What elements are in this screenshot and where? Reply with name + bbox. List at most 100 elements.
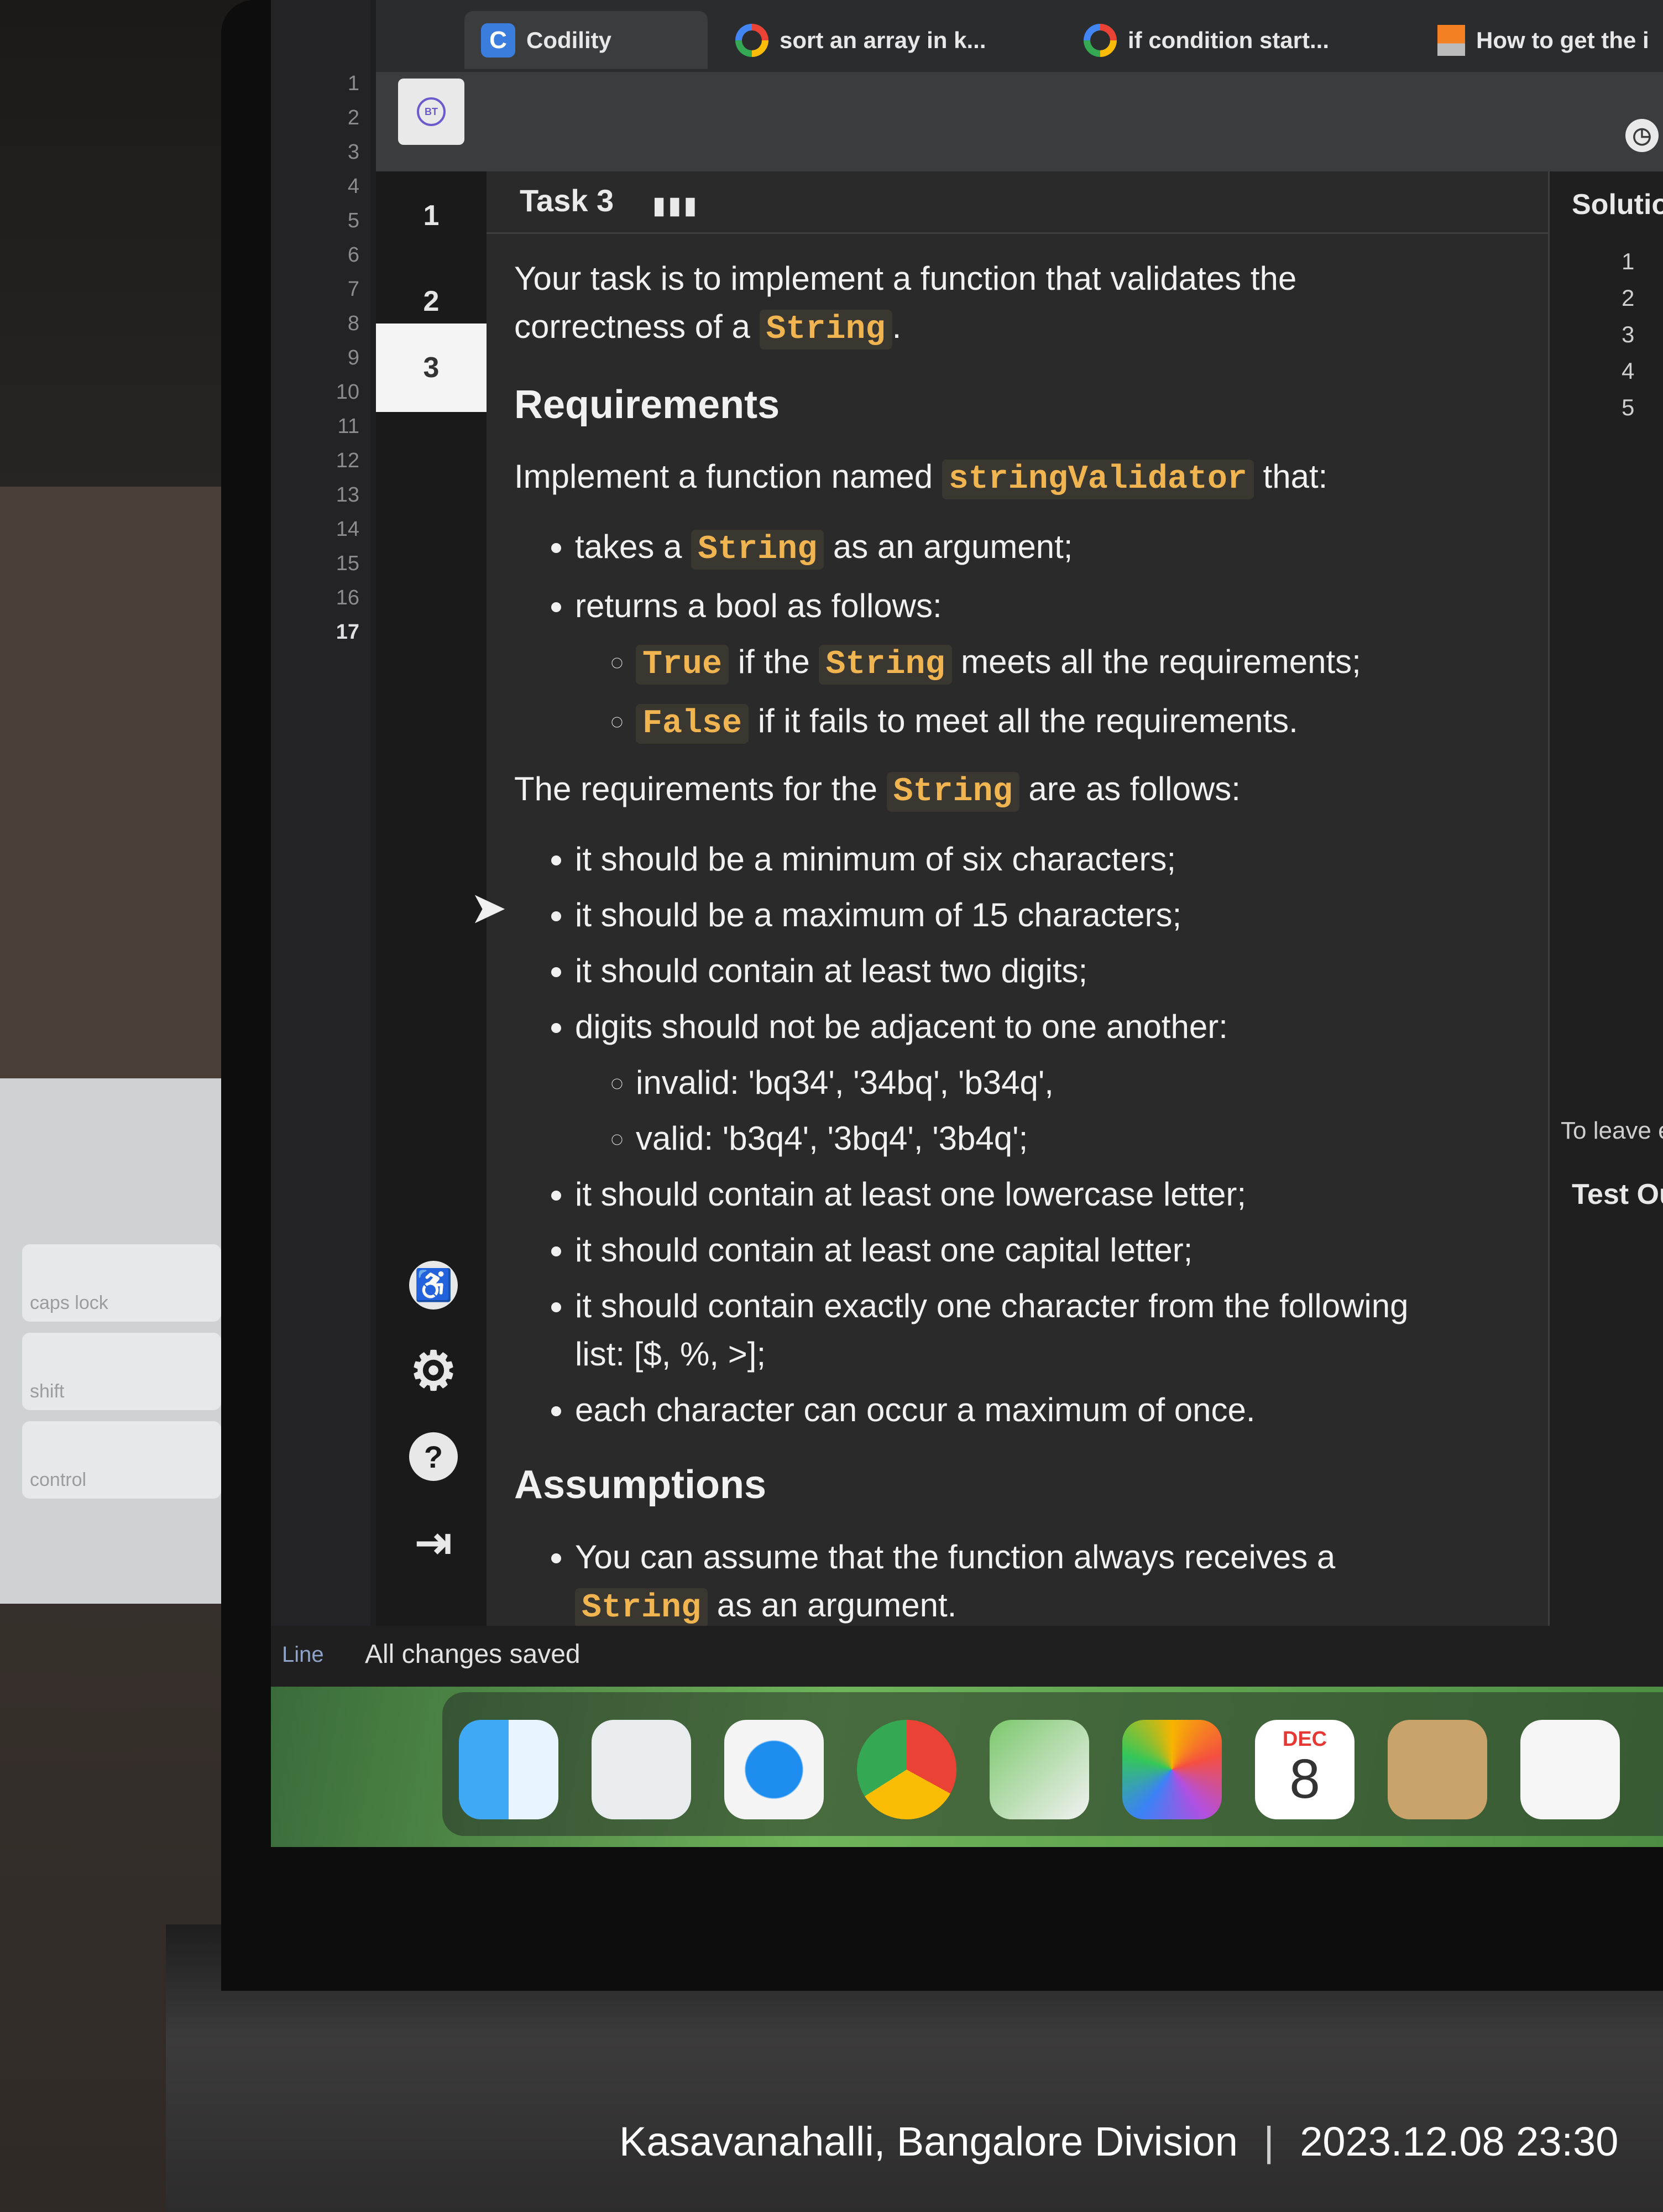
line-number: 1 xyxy=(347,72,359,95)
tab-label: Codility xyxy=(526,27,611,53)
requirements-list: it should be a minimum of six characters… xyxy=(514,835,1465,1434)
calendar-icon[interactable]: DEC 8 xyxy=(1255,1720,1355,1819)
task-text: Your task is to implement a function tha… xyxy=(514,254,1465,1649)
inline-code: stringValidator xyxy=(942,460,1254,500)
google-icon xyxy=(1084,23,1117,57)
intro-end: . xyxy=(892,308,902,345)
list-item: takes a String as an argument; xyxy=(575,523,1465,574)
list-item: You can assume that the function always … xyxy=(575,1533,1465,1632)
browser-tab-bar: C Codility sort an array in k... if cond… xyxy=(376,0,1663,72)
difficulty-bars-icon: ▮▮▮ xyxy=(652,192,699,219)
task-3-button[interactable]: 3 xyxy=(376,324,487,412)
exit-icon[interactable]: ⇥ xyxy=(409,1518,458,1567)
line-number: 10 xyxy=(336,380,359,404)
requirements-text: The requirements for the xyxy=(514,770,877,808)
user-avatar-button[interactable]: BT xyxy=(398,79,464,145)
tab-sort-array[interactable]: sort an array in k... xyxy=(719,11,1056,69)
tab-codility[interactable]: C Codility xyxy=(464,11,708,69)
finder-icon[interactable] xyxy=(459,1720,558,1819)
calendar-day: 8 xyxy=(1289,1748,1320,1810)
list-item: digits should not be adjacent to one ano… xyxy=(575,1003,1465,1162)
line-number: 13 xyxy=(336,483,359,507)
list-item: it should contain at least one lowercase… xyxy=(575,1170,1465,1218)
chrome-icon[interactable] xyxy=(857,1720,956,1819)
line-number-current: 17 xyxy=(336,620,359,644)
line-number: 3 xyxy=(1622,321,1635,347)
key-label: shift xyxy=(30,1381,65,1402)
list-text: meets all the requirements; xyxy=(961,643,1361,681)
list-item: each character can occur a maximum of on… xyxy=(575,1386,1465,1434)
caption-datetime: 2023.12.08 23:30 xyxy=(1300,2119,1619,2164)
inline-code: True xyxy=(636,645,729,685)
list-item: it should contain exactly one character … xyxy=(575,1282,1465,1378)
clock-icon[interactable]: ◷ xyxy=(1625,119,1659,152)
codility-toolbar: BT ◷ xyxy=(376,72,1663,171)
line-number: 2 xyxy=(347,106,359,129)
key-shift: shift xyxy=(22,1333,221,1410)
caption-location: Kasavanahalli, Bangalore Division xyxy=(619,2119,1238,2164)
function-spec-list: takes a String as an argument; returns a… xyxy=(514,523,1465,748)
accessibility-icon[interactable]: ♿ xyxy=(409,1261,458,1310)
task-1-button[interactable]: 1 xyxy=(376,171,487,260)
implement-text: Implement a function named xyxy=(514,458,933,495)
list-text: digits should not be adjacent to one ano… xyxy=(575,1008,1228,1046)
inline-code: False xyxy=(636,704,749,744)
list-text: if the xyxy=(738,643,810,681)
launchpad-icon[interactable] xyxy=(592,1720,691,1819)
keyboard: control shift caps lock xyxy=(0,1078,232,1604)
assumptions-heading: Assumptions xyxy=(514,1463,767,1507)
list-item: it should be a minimum of six characters… xyxy=(575,835,1465,883)
line-number: 1 xyxy=(1622,248,1635,274)
reminders-icon[interactable] xyxy=(1520,1720,1620,1819)
requirements-heading: Requirements xyxy=(514,383,780,427)
line-number: 7 xyxy=(347,278,359,301)
maps-icon[interactable] xyxy=(990,1720,1089,1819)
list-item: invalid: 'bq34', '34bq', 'b34q', xyxy=(636,1058,1465,1107)
line-number: 8 xyxy=(347,312,359,335)
line-number: 3 xyxy=(347,140,359,164)
list-text: returns a bool as follows: xyxy=(575,587,942,625)
task-header: Task 3 ▮▮▮ xyxy=(487,171,1548,234)
inline-code: String xyxy=(819,645,952,685)
test-output-tab[interactable]: Test Outp xyxy=(1572,1178,1663,1211)
line-number: 14 xyxy=(336,518,359,541)
list-item: it should contain at least one capital l… xyxy=(575,1226,1465,1274)
list-text: as an argument; xyxy=(833,528,1073,566)
intro-text: Your task is to implement a function tha… xyxy=(514,260,1297,345)
line-number: 2 xyxy=(1622,285,1635,311)
safari-icon[interactable] xyxy=(724,1720,824,1819)
inline-code: String xyxy=(759,310,892,349)
key-label: caps lock xyxy=(30,1292,108,1313)
stackoverflow-icon xyxy=(1437,24,1465,56)
line-number: 4 xyxy=(1622,358,1635,384)
solution-pane: Solution 1 2 3 4 5 To leave edit Test Ou… xyxy=(1548,171,1663,1626)
photos-icon[interactable] xyxy=(1122,1720,1222,1819)
implement-end: that: xyxy=(1263,458,1328,495)
intro-paragraph: Your task is to implement a function tha… xyxy=(514,254,1465,354)
requirements-intro: The requirements for the String are as f… xyxy=(514,765,1465,816)
list-item: False if it fails to meet all the requir… xyxy=(636,697,1465,748)
list-text: takes a xyxy=(575,528,682,566)
save-status: All changes saved xyxy=(365,1640,581,1669)
gear-icon[interactable]: ⚙ xyxy=(409,1342,458,1401)
implement-paragraph: Implement a function named stringValidat… xyxy=(514,452,1465,504)
tab-if-condition[interactable]: if condition start... xyxy=(1067,11,1410,69)
line-number: 9 xyxy=(347,346,359,369)
editor-gutter: 1 2 3 4 5 6 7 8 9 10 11 12 13 14 15 16 1… xyxy=(271,0,370,1637)
key-label: control xyxy=(30,1469,87,1490)
return-values-list: True if the String meets all the require… xyxy=(575,638,1465,748)
list-text: if it fails to meet all the requirements… xyxy=(757,702,1298,740)
line-number: 5 xyxy=(1622,394,1635,420)
help-icon[interactable]: ? xyxy=(409,1432,458,1481)
solution-line-numbers: 1 2 3 4 5 xyxy=(1622,243,1634,426)
mouse-cursor-icon: ➤ xyxy=(470,883,508,932)
google-icon xyxy=(735,23,768,57)
inline-code: String xyxy=(886,772,1019,812)
tab-label: if condition start... xyxy=(1128,27,1329,53)
contacts-icon[interactable] xyxy=(1388,1720,1487,1819)
task-description-panel: Task 3 ▮▮▮ Your task is to implement a f… xyxy=(487,171,1663,1628)
avatar: BT xyxy=(417,97,446,126)
line-number: 5 xyxy=(347,209,359,232)
tab-how-to-get[interactable]: How to get the i xyxy=(1421,11,1663,69)
list-text: You can assume that the function always … xyxy=(575,1538,1336,1575)
